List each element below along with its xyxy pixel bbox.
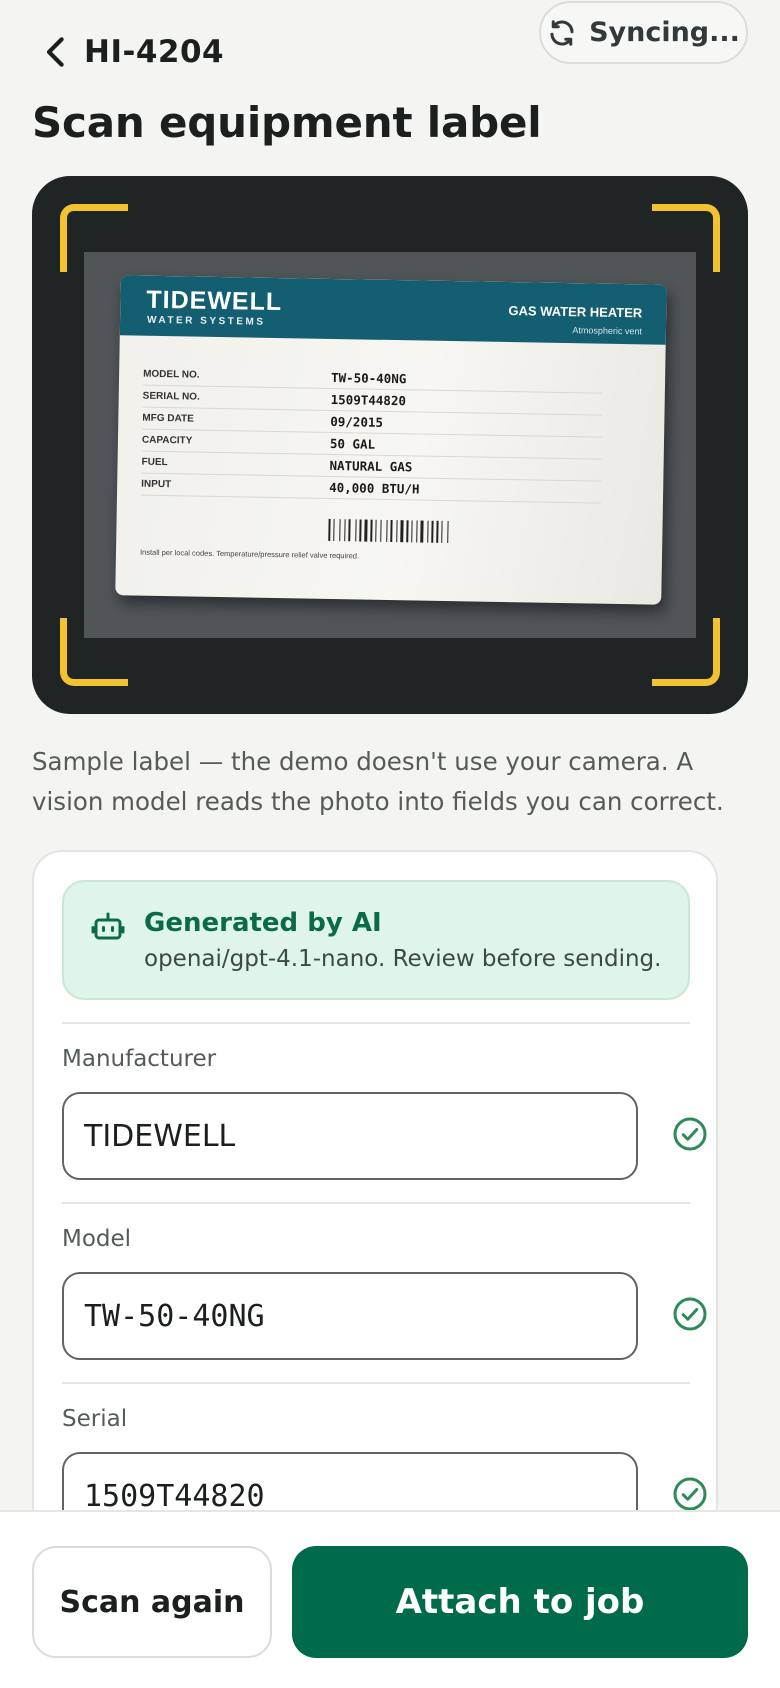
label-product-sub: Atmospheric vent (572, 325, 643, 337)
model-input[interactable] (62, 1272, 638, 1360)
barcode-bar (416, 520, 418, 543)
barcode-bar (328, 518, 331, 541)
spec-value: NATURAL GAS (329, 457, 413, 475)
barcode-bar (380, 519, 382, 542)
spec-value: TW-50-40NG (330, 369, 407, 387)
extracted-fields-card: Generated by AI openai/gpt-4.1-nano. Rev… (32, 850, 718, 1570)
spec-value: 40,000 BTU/H (329, 479, 420, 497)
barcode-bar (420, 520, 424, 543)
barcode-bar (406, 520, 409, 543)
model-label: Model (62, 1226, 132, 1252)
spec-key: SERIAL NO. (142, 390, 200, 403)
barcode-bar (396, 520, 398, 543)
sync-icon (550, 19, 574, 46)
barcode-bar (447, 521, 449, 544)
serial-label: Serial (62, 1406, 128, 1432)
ai-banner-title: Generated by AI (144, 908, 382, 938)
sample-photo: TIDEWELL WATER SYSTEMS GAS WATER HEATER … (84, 252, 696, 638)
barcode-bar (355, 519, 357, 542)
sync-status-text: Syncing... (589, 17, 740, 48)
spec-value: 09/2015 (330, 413, 384, 430)
ai-banner-subtitle: openai/gpt-4.1-nano. Review before sendi… (144, 946, 662, 972)
barcode-bar (344, 519, 346, 542)
barcode-bar (333, 519, 335, 542)
spec-key: FUEL (141, 456, 168, 469)
barcode-bar (348, 519, 351, 542)
spec-key: MFG DATE (142, 412, 194, 425)
barcode-bar (375, 519, 377, 542)
spec-key: MODEL NO. (143, 368, 200, 381)
label-brand: TIDEWELL (146, 285, 283, 317)
barcode-bar (431, 520, 434, 543)
page-title: Scan equipment label (32, 98, 542, 147)
sync-status-pill[interactable]: Syncing... (539, 1, 748, 64)
check-circle-icon (673, 1477, 707, 1511)
barcode-bar (339, 519, 341, 542)
barcode-bar (411, 520, 413, 543)
barcode-bar (427, 520, 429, 543)
manufacturer-input[interactable] (62, 1092, 638, 1180)
label-fine-print: Install per local codes. Temperature/pre… (139, 547, 360, 561)
demo-caption: Sample label — the demo doesn't use your… (32, 747, 724, 816)
barcode-bar (386, 519, 388, 542)
divider (62, 1022, 690, 1024)
scan-again-button[interactable]: Scan again (32, 1546, 272, 1658)
attach-to-job-button[interactable]: Attach to job (292, 1546, 748, 1658)
spec-value: 50 GAL (329, 435, 376, 452)
robot-icon (91, 912, 125, 940)
check-circle-icon (673, 1297, 707, 1331)
barcode-bar (390, 520, 393, 543)
check-circle-icon (673, 1117, 707, 1151)
equipment-label: TIDEWELL WATER SYSTEMS GAS WATER HEATER … (115, 275, 667, 605)
label-product: GAS WATER HEATER (508, 303, 643, 321)
back-button[interactable]: HI-4204 (42, 30, 224, 74)
barcode-bar (359, 519, 362, 542)
camera-viewfinder: TIDEWELL WATER SYSTEMS GAS WATER HEATER … (32, 176, 748, 714)
divider (62, 1202, 690, 1204)
barcode-bar (364, 519, 368, 542)
label-header: TIDEWELL WATER SYSTEMS GAS WATER HEATER … (119, 275, 667, 345)
label-spec-table: MODEL NO. TW-50-40NG SERIAL NO. 1509T448… (140, 363, 604, 504)
ai-banner: Generated by AI openai/gpt-4.1-nano. Rev… (62, 880, 690, 1000)
screen: Syncing... HI-4204 Scan equipment label … (0, 0, 780, 1688)
barcode (328, 518, 484, 544)
action-footer: Scan again Attach to job (0, 1510, 780, 1688)
barcode-bar (441, 520, 443, 543)
manufacturer-label: Manufacturer (62, 1046, 217, 1072)
barcode-bar (400, 520, 404, 543)
barcode-bar (370, 519, 373, 542)
barcode-bar (436, 520, 439, 543)
label-brand-sub: WATER SYSTEMS (146, 314, 266, 328)
chevron-left-icon (46, 37, 64, 67)
spec-key: CAPACITY (141, 434, 193, 447)
spec-value: 1509T44820 (330, 391, 407, 409)
spec-key: INPUT (141, 478, 172, 491)
divider (62, 1382, 690, 1384)
job-id: HI-4204 (84, 34, 225, 70)
